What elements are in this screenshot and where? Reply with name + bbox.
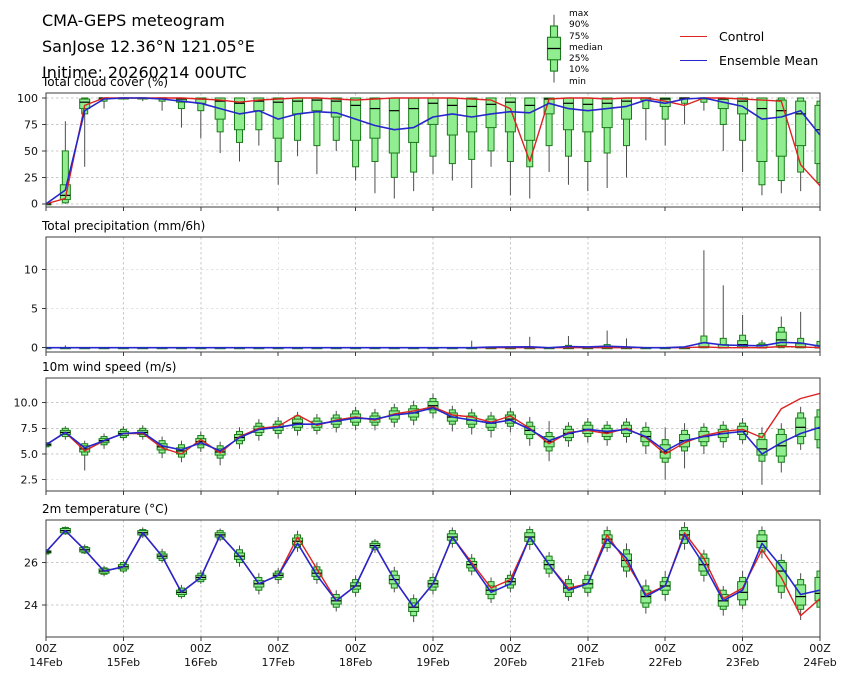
box-whisker: [466, 408, 478, 435]
box-whisker: [408, 594, 420, 623]
y-tick-label: 50: [24, 145, 38, 158]
box-whisker-legend-labels: max 90% 75% median 25% 10% min: [569, 9, 603, 88]
box-whisker: [427, 97, 439, 175]
x-tick-label-time: 00Z: [732, 642, 754, 655]
meteogram-plot: 025507510005102.55.07.510.0242600Z14Feb0…: [14, 92, 837, 669]
x-tick-label-time: 00Z: [654, 642, 676, 655]
y-tick-label: 7.5: [21, 422, 39, 435]
x-tick-label-time: 00Z: [267, 642, 289, 655]
x-tick-label-date: 20Feb: [494, 656, 527, 669]
box-whisker: [292, 97, 304, 157]
legend-label-max: max: [569, 9, 589, 19]
box-whisker: [717, 97, 729, 151]
x-tick-label-date: 15Feb: [107, 656, 140, 669]
x-tick-label-date: 22Feb: [648, 656, 681, 669]
box-whisker: [621, 97, 632, 178]
box-whisker: [659, 97, 671, 146]
y-tick-label: 26: [24, 556, 38, 569]
box-whisker: [446, 405, 458, 432]
x-tick-label-date: 21Feb: [571, 656, 604, 669]
box-whisker-legend-glyph: [541, 12, 567, 90]
ensemble-mean-line-sample: [680, 60, 707, 61]
box-whisker: [485, 97, 497, 167]
control-line-sample: [680, 36, 707, 37]
legend-label-25: 25%: [569, 54, 590, 65]
control-legend: Control: [680, 29, 764, 44]
x-tick-label-time: 00Z: [422, 642, 444, 655]
legend-label-min: min: [569, 76, 586, 87]
panel-title-temperature: 2m temperature (°C): [42, 502, 169, 516]
box-whisker: [562, 97, 574, 185]
box-whisker: [59, 121, 71, 204]
y-tick-label: 100: [17, 92, 38, 105]
x-tick-label-date: 14Feb: [29, 656, 62, 669]
y-tick-label: 75: [24, 118, 38, 131]
x-tick-label-date: 19Feb: [416, 656, 449, 669]
x-tick-label-time: 00Z: [345, 642, 367, 655]
panel-title-wind-speed: 10m wind speed (m/s): [42, 360, 177, 374]
box-whisker: [175, 97, 187, 128]
y-tick-label: 0: [31, 198, 38, 211]
box-whisker: [466, 97, 478, 188]
meteogram: 0 25 50 75 100 0 5 10 2.5 5.0 7.5 10.0 24 26 00Z 14Feb 0…: [0, 0, 844, 680]
box-whisker: [330, 97, 342, 151]
x-tick-label-date: 17Feb: [261, 656, 294, 669]
box-whisker: [446, 97, 458, 181]
x-tick-label-date: 16Feb: [184, 656, 217, 669]
chart-title: CMA-GEPS meteogram: [42, 11, 225, 30]
box-whisker: [253, 97, 265, 146]
x-tick-label-date: 18Feb: [339, 656, 372, 669]
box-whisker: [775, 423, 787, 473]
legend-label-median: median: [569, 42, 603, 53]
legend-label-90: 90%: [569, 20, 590, 31]
y-tick-label: 24: [24, 599, 38, 612]
x-tick-label-time: 00Z: [500, 642, 522, 655]
box-whisker: [795, 406, 807, 450]
box-whisker: [369, 97, 381, 194]
x-tick-label-date: 23Feb: [726, 656, 759, 669]
panel-title-cloud-cover: Total cloud cover (%): [42, 75, 169, 89]
panel-data-layer: [46, 389, 820, 485]
ensemble-mean-legend-label: Ensemble Mean: [719, 53, 819, 68]
box-whisker: [679, 423, 691, 469]
y-tick-label: 10.0: [14, 397, 39, 410]
box-whisker: [698, 250, 710, 349]
box-whisker: [756, 97, 768, 196]
y-tick-label: 25: [24, 171, 38, 184]
y-tick-label: 10: [24, 264, 38, 277]
legend-label-75: 75%: [569, 31, 590, 42]
x-tick-label-date: 24Feb: [803, 656, 836, 669]
y-tick-label: 0: [31, 342, 38, 355]
box-whisker: [737, 314, 749, 349]
box-whisker: [640, 97, 652, 141]
box-whisker: [621, 543, 632, 578]
box-whisker: [350, 97, 362, 181]
y-tick-label: 5.0: [21, 448, 39, 461]
box-whisker: [679, 97, 691, 125]
box-whisker: [698, 423, 710, 455]
x-tick-label-time: 00Z: [190, 642, 212, 655]
legend-label-10: 10%: [569, 65, 590, 76]
box-whisker: [427, 393, 439, 419]
box-whisker: [601, 97, 613, 188]
box-whisker: [388, 97, 400, 199]
y-tick-label: 2.5: [21, 474, 39, 487]
y-tick-label: 5: [31, 303, 38, 316]
box-whisker: [717, 285, 729, 349]
x-tick-label-time: 00Z: [577, 642, 599, 655]
ensemble-mean-legend: Ensemble Mean: [680, 53, 818, 68]
box-whisker: [234, 97, 245, 162]
box-whisker: [485, 411, 497, 438]
x-tick-label-time: 00Z: [809, 642, 831, 655]
x-tick-label-time: 00Z: [35, 642, 57, 655]
box-whisker: [214, 97, 226, 154]
panel-title-precipitation: Total precipitation (mm/6h): [42, 219, 206, 233]
box-whisker: [272, 97, 284, 185]
control-legend-label: Control: [719, 29, 765, 44]
x-tick-label-time: 00Z: [113, 642, 135, 655]
box-whisker: [311, 97, 323, 175]
station-coordinates: SanJose 12.36°N 121.05°E: [42, 37, 255, 56]
